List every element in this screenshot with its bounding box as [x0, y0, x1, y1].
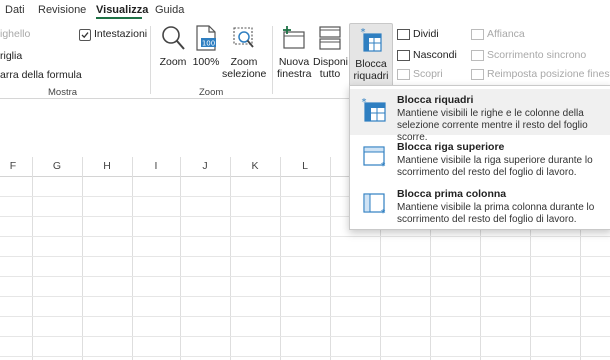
grid-line: [0, 356, 610, 357]
column-header[interactable]: F: [0, 160, 26, 172]
disponi-tutto-label-1: Disponi: [313, 56, 349, 68]
checkbox-label-partial[interactable]: ighello: [0, 28, 30, 40]
column-header[interactable]: L: [280, 160, 330, 172]
nuova-finestra-button[interactable]: Nuova finestra: [277, 24, 311, 80]
tab-dati[interactable]: Dati: [5, 4, 25, 16]
blocca-riquadri-button[interactable]: * Blocca riquadri ⌄: [349, 23, 393, 94]
group-separator: [272, 26, 273, 94]
nuova-finestra-label-2: finestra: [277, 68, 312, 80]
checkmark-icon: [81, 32, 89, 39]
zoom-100-label: 100%: [192, 56, 220, 68]
blocca-riquadri-label-1: Blocca: [355, 58, 387, 70]
column-header[interactable]: G: [32, 160, 82, 172]
grid-line: [132, 157, 133, 360]
menu-item-blocca-riquadri[interactable]: * Blocca riquadri Mantiene visibili le r…: [350, 89, 610, 143]
blocca-riquadri-menu: * Blocca riquadri Mantiene visibili le r…: [349, 85, 610, 230]
grid-line: [32, 157, 33, 360]
svg-text:*: *: [381, 208, 386, 217]
zoom-100-icon: 100: [196, 25, 216, 51]
disponi-tutto-label-2: tutto: [319, 68, 341, 80]
arrange-all-icon: [319, 26, 341, 50]
checkbox-label-griglia[interactable]: riglia: [0, 50, 22, 62]
svg-text:*: *: [361, 27, 366, 38]
freeze-top-row-icon: *: [363, 146, 386, 170]
column-header[interactable]: H: [82, 160, 132, 172]
column-header[interactable]: J: [180, 160, 230, 172]
column-header[interactable]: I: [132, 160, 180, 172]
svg-text:100: 100: [202, 40, 215, 48]
grid-line: [0, 336, 610, 337]
freeze-first-column-icon: *: [363, 193, 386, 217]
zoom-button[interactable]: Zoom: [157, 24, 189, 68]
zoom-label: Zoom: [159, 56, 187, 68]
grid-line: [0, 256, 610, 257]
tab-guida[interactable]: Guida: [155, 4, 184, 16]
tab-revisione[interactable]: Revisione: [38, 4, 86, 16]
svg-text:*: *: [362, 97, 367, 108]
side-by-side-icon: [471, 29, 484, 40]
split-icon: [397, 29, 410, 40]
dividi-button[interactable]: Dividi: [413, 28, 439, 40]
menu-item-title: Blocca riga superiore: [397, 141, 505, 153]
menu-item-description: Mantiene visibile la prima colonna duran…: [397, 202, 595, 225]
menu-item-blocca-prima-colonna[interactable]: * Blocca prima colonna Mantiene visibile…: [350, 183, 610, 229]
menu-item-description: Mantiene visibile la riga superiore dura…: [397, 155, 593, 178]
sync-scroll-icon: [471, 50, 484, 61]
freeze-panes-icon: *: [361, 27, 382, 52]
zoom-selection-icon: [233, 27, 254, 48]
checkbox-label-intestazioni[interactable]: Intestazioni: [94, 28, 147, 40]
grid-line: [82, 157, 83, 360]
grid-line: [0, 276, 610, 277]
menu-item-title: Blocca prima colonna: [397, 188, 507, 200]
hide-window-icon: [397, 50, 410, 61]
group-label-zoom: Zoom: [199, 87, 224, 98]
reimposta-posizione-button[interactable]: Reimposta posizione finestra: [487, 68, 610, 80]
grid-line: [180, 157, 181, 360]
scopri-button[interactable]: Scopri: [413, 68, 443, 80]
group-label-mostra: Mostra: [48, 87, 78, 98]
grid-line: [0, 236, 610, 237]
unhide-window-icon: [397, 69, 410, 80]
group-separator: [150, 26, 151, 94]
zoom-selezione-button[interactable]: Zoom selezione: [222, 24, 266, 80]
grid-line: [0, 316, 610, 317]
reset-position-icon: [471, 69, 484, 80]
active-tab-indicator: [96, 17, 142, 19]
svg-text:*: *: [381, 161, 386, 170]
new-window-icon: [283, 26, 305, 49]
zoom-selezione-label-2: selezione: [222, 68, 267, 80]
grid-line: [330, 157, 331, 360]
grid-line: [0, 296, 610, 297]
intestazioni-checkbox[interactable]: [79, 29, 91, 41]
affianca-button[interactable]: Affianca: [487, 28, 525, 40]
scorrimento-sincrono-button[interactable]: Scorrimento sincrono: [487, 49, 586, 61]
zoom-100-button[interactable]: 100 100%: [192, 24, 220, 68]
grid-line: [230, 157, 231, 360]
menu-item-blocca-riga-superiore[interactable]: * Blocca riga superiore Mantiene visibil…: [350, 136, 610, 182]
grid-line: [280, 157, 281, 360]
tab-visualizza[interactable]: Visualizza: [96, 4, 148, 16]
zoom-selezione-label-1: Zoom: [230, 56, 258, 68]
magnifier-icon: [162, 26, 185, 50]
nuova-finestra-label-1: Nuova: [278, 56, 310, 68]
ribbon-tab-bar: Dati Revisione Visualizza Guida: [0, 0, 610, 20]
nascondi-button[interactable]: Nascondi: [413, 49, 457, 61]
freeze-panes-icon: *: [362, 97, 386, 122]
menu-item-title: Blocca riquadri: [397, 94, 474, 106]
disponi-tutto-button[interactable]: Disponi tutto: [313, 24, 349, 80]
column-header[interactable]: K: [230, 160, 280, 172]
checkbox-label-barra-formula[interactable]: arra della formula: [0, 69, 82, 81]
